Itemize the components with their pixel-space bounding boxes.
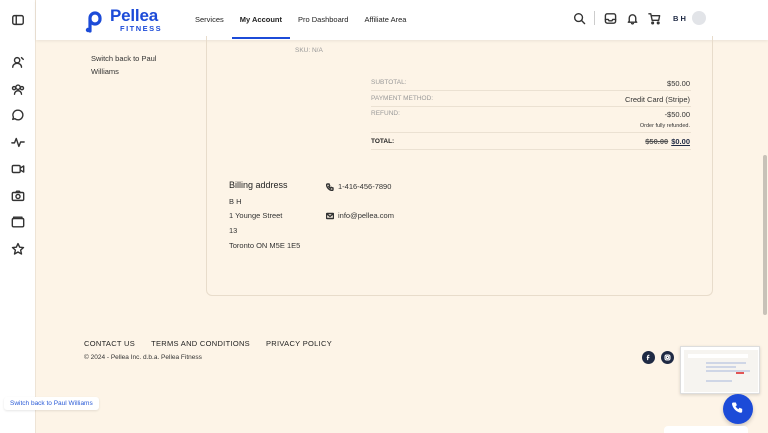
divider <box>371 90 691 91</box>
order-card <box>206 36 713 296</box>
star-icon[interactable] <box>10 241 26 257</box>
left-sidebar <box>0 0 36 433</box>
nav-item-services[interactable]: Services <box>187 0 232 40</box>
page-preview-thumbnail[interactable] <box>680 346 760 394</box>
total-value: $50.00 $0.00 <box>645 137 690 146</box>
nav-item-my-account[interactable]: My Account <box>231 0 291 40</box>
brand-sub: FITNESS <box>120 24 163 33</box>
billing-phone: 1-416-456-7890 <box>326 182 391 191</box>
billing-name: B H <box>229 197 242 206</box>
search-icon[interactable] <box>572 11 586 25</box>
product-sku: SKU: N/A <box>295 47 323 54</box>
mail-icon <box>326 212 334 219</box>
page-scrollbar[interactable] <box>762 40 768 433</box>
total-old-value: $50.00 <box>645 137 669 146</box>
call-button[interactable] <box>723 394 753 424</box>
activity-icon[interactable] <box>10 134 26 150</box>
phone-icon <box>731 402 743 413</box>
payment-method-value: Credit Card (Stripe) <box>624 95 690 104</box>
subtotal-value: $50.00 <box>667 79 690 88</box>
billing-title: Billing address <box>229 180 288 190</box>
group-icon[interactable] <box>10 81 26 97</box>
billing-unit: 13 <box>229 226 238 235</box>
preview-highlight <box>736 372 744 374</box>
instagram-icon[interactable] <box>661 351 674 364</box>
total-new-value: $0.00 <box>671 137 690 146</box>
total-label: TOTAL: <box>371 138 395 145</box>
phone-icon <box>326 182 334 191</box>
inbox-icon[interactable] <box>603 11 617 25</box>
avatar[interactable] <box>691 11 706 25</box>
refund-label: REFUND: <box>371 110 400 117</box>
header-divider <box>594 11 595 25</box>
brand-name: Pellea <box>110 6 158 25</box>
footer-link-contact[interactable]: CONTACT US <box>84 339 135 348</box>
switch-back-pill[interactable]: Switch back to Paul Williams <box>4 397 99 410</box>
divider <box>371 106 691 107</box>
payment-method-label: PAYMENT METHOD: <box>371 95 434 102</box>
subtotal-label: SUBTOTAL: <box>371 79 407 86</box>
switch-back-link[interactable]: Switch back to Paul Williams <box>91 52 181 78</box>
nav-item-pro-dashboard[interactable]: Pro Dashboard <box>290 0 356 40</box>
video-icon[interactable] <box>10 161 26 177</box>
main-nav: Services My Account Pro Dashboard Affili… <box>187 0 414 40</box>
refund-note: Order fully refunded. <box>639 123 690 129</box>
header-actions: B H <box>572 11 706 25</box>
nav-item-affiliate-area[interactable]: Affiliate Area <box>356 0 414 40</box>
top-header: Pellea FITNESS Services My Account Pro D… <box>36 0 768 40</box>
preview-line <box>706 362 746 364</box>
chat-icon[interactable] <box>10 107 26 123</box>
footer-link-terms[interactable]: TERMS AND CONDITIONS <box>151 339 250 348</box>
cart-icon[interactable] <box>647 11 661 25</box>
phone-text: 1-416-456-7890 <box>338 182 392 191</box>
bell-icon[interactable] <box>625 11 639 25</box>
facebook-icon[interactable] <box>642 351 655 364</box>
folder-icon[interactable] <box>10 214 26 230</box>
brand-logo[interactable]: Pellea FITNESS <box>84 6 163 33</box>
preview-line <box>706 366 736 368</box>
logo-mark-icon <box>84 9 106 33</box>
preview-image <box>684 350 758 392</box>
billing-city: Toronto ON M5E 1E5 <box>229 241 301 250</box>
email-text[interactable]: info@pellea.com <box>338 211 394 220</box>
copyright: © 2024 - Pellea Inc. d.b.a. Pellea Fitne… <box>84 354 202 361</box>
preview-line <box>706 380 732 382</box>
billing-street: 1 Younge Street <box>229 211 283 220</box>
divider <box>371 132 691 133</box>
sidebar-toggle-icon[interactable] <box>10 12 26 28</box>
preview-header <box>688 354 748 358</box>
user-initials[interactable]: B H <box>673 14 686 23</box>
divider <box>371 149 691 150</box>
footer-link-privacy[interactable]: PRIVACY POLICY <box>266 339 332 348</box>
refund-value: -$50.00 <box>664 110 690 119</box>
scrollbar-thumb[interactable] <box>763 155 767 315</box>
footer-links: CONTACT US TERMS AND CONDITIONS PRIVACY … <box>84 339 348 348</box>
billing-email: info@pellea.com <box>326 211 394 220</box>
camera-icon[interactable] <box>10 188 26 204</box>
chat-widget-tab[interactable] <box>664 426 748 433</box>
user-icon[interactable] <box>10 54 26 70</box>
